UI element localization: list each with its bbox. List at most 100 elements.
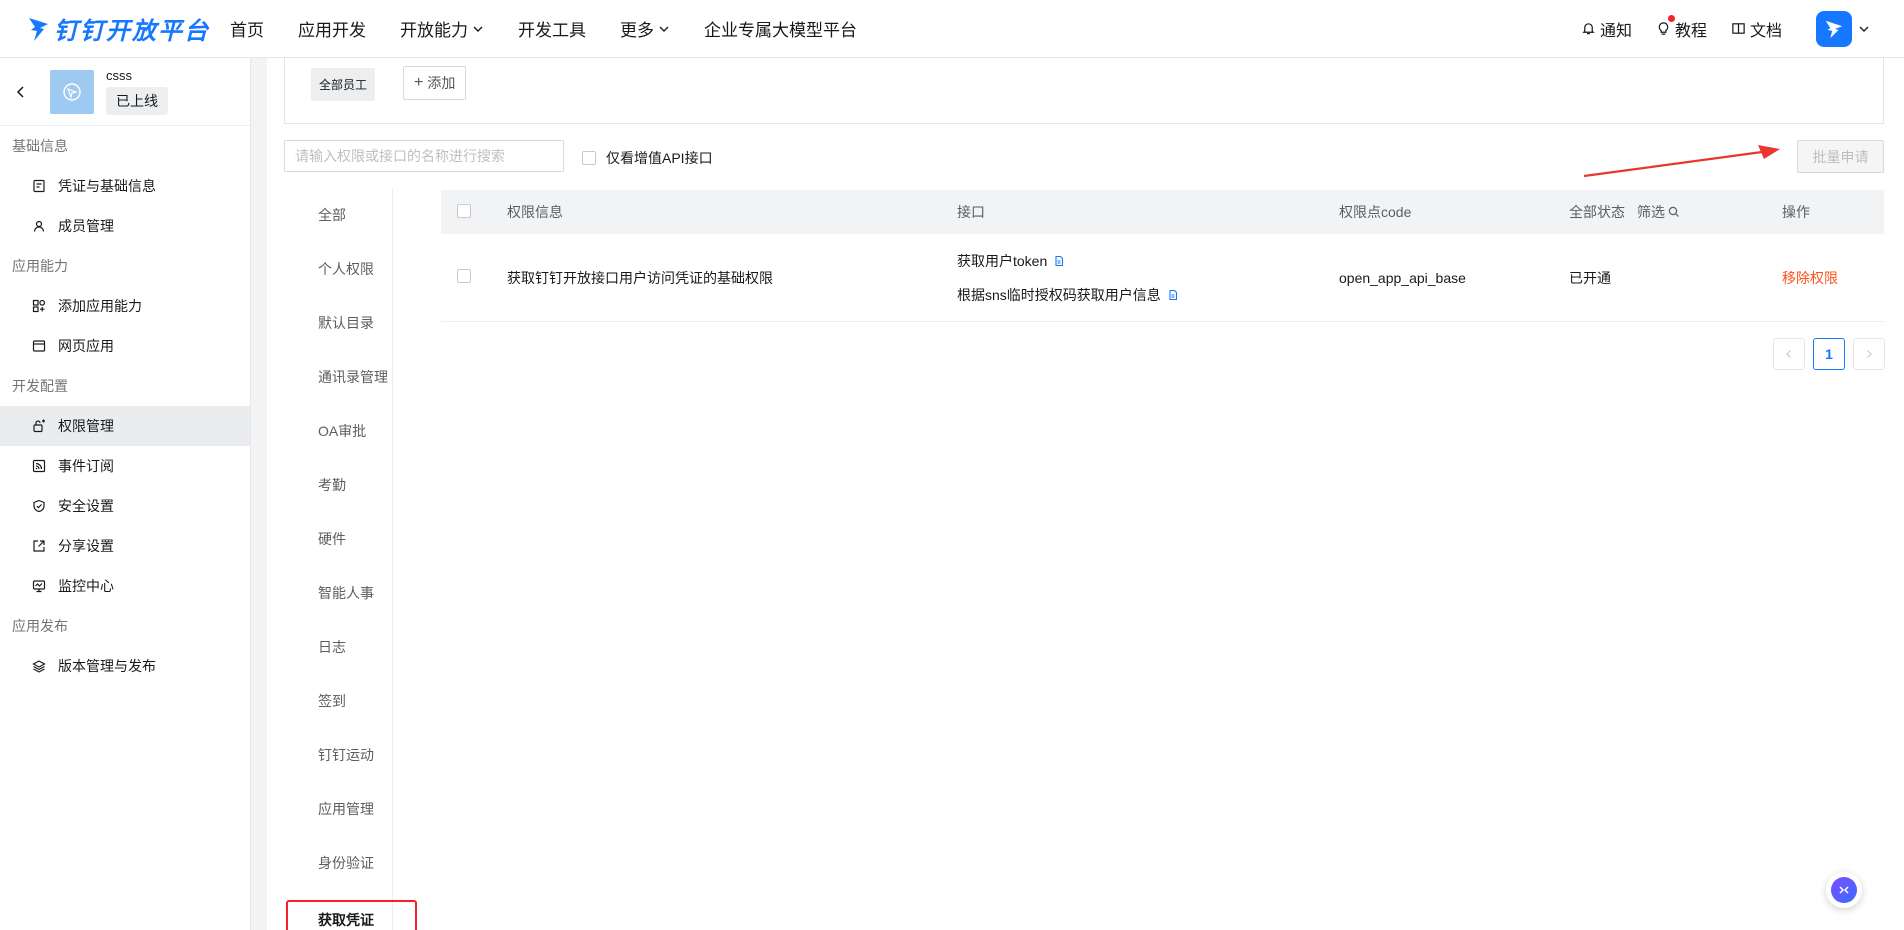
layers-icon [32, 660, 46, 673]
api-name[interactable]: 获取用户token [957, 251, 1047, 271]
sidebar-item-web-app[interactable]: 网页应用 [0, 326, 250, 366]
sidebar-group-basic: 基础信息 [12, 138, 68, 154]
sidebar-item-label: 成员管理 [58, 218, 114, 234]
col-header-api: 接口 [957, 204, 985, 220]
apps-add-icon [32, 299, 46, 313]
api-item[interactable]: 获取用户token [957, 244, 1339, 278]
page-number[interactable]: 1 [1813, 338, 1845, 370]
pagination: 1 [1773, 338, 1893, 370]
sidebar: csss 已上线 基础信息 凭证与基础信息 成员管理 应用能力 添加应用能力 网… [0, 58, 251, 930]
tutorial-label: 教程 [1674, 22, 1707, 40]
app-icon [50, 69, 94, 114]
sidebar-item-add-capability[interactable]: 添加应用能力 [0, 286, 250, 326]
assistant-glyph-icon [1839, 886, 1849, 894]
bell-icon [1582, 23, 1595, 35]
sidebar-item-members[interactable]: 成员管理 [0, 206, 250, 246]
nav-label: 更多 [620, 21, 654, 40]
chevron-down-icon [473, 26, 483, 32]
nav-dev-tools[interactable]: 开发工具 [518, 16, 586, 41]
shield-icon [33, 499, 45, 513]
logo[interactable]: 钉钉开放平台 [26, 11, 226, 46]
scope-tag-all-staff: 全部员工 [311, 68, 376, 101]
sidebar-item-credentials[interactable]: 凭证与基础信息 [0, 166, 250, 206]
category-item[interactable]: 硬件 [284, 512, 392, 566]
status-filter-button[interactable]: 筛选 [1637, 202, 1680, 222]
api-name[interactable]: 根据sns临时授权码获取用户信息 [957, 285, 1161, 305]
table-header: 权限信息 接口 权限点code 全部状态 筛选 操作 [441, 190, 1884, 234]
doc-link-icon[interactable] [1167, 289, 1179, 301]
sidebar-item-security[interactable]: 安全设置 [0, 486, 250, 526]
add-scope-button[interactable]: + 添加 [403, 66, 467, 100]
category-item[interactable]: 身份验证 [284, 836, 392, 890]
sidebar-group-dev-config: 开发配置 [12, 378, 68, 394]
nav-app-dev[interactable]: 应用开发 [298, 16, 366, 41]
col-header-op: 操作 [1782, 204, 1810, 220]
category-item[interactable]: OA审批 [284, 404, 392, 458]
chevron-left-icon[interactable] [14, 85, 28, 99]
sidebar-item-label: 分享设置 [58, 538, 114, 554]
category-item[interactable]: 钉钉运动 [284, 728, 392, 782]
sidebar-item-label: 添加应用能力 [58, 298, 142, 314]
category-item[interactable]: 全部 [284, 188, 392, 242]
chevron-down-icon[interactable] [1858, 23, 1870, 35]
tutorial-button[interactable]: 教程 [1656, 14, 1707, 41]
value-added-only-checkbox[interactable]: 仅看增值API接口 [582, 148, 713, 168]
chevron-left-icon [1786, 350, 1791, 358]
api-item[interactable]: 根据sns临时授权码获取用户信息 [957, 278, 1339, 312]
prev-page-button[interactable] [1773, 338, 1805, 370]
filter-label: 筛选 [1637, 204, 1665, 220]
category-item[interactable]: 日志 [284, 620, 392, 674]
category-item[interactable]: 个人权限 [284, 242, 392, 296]
category-item[interactable]: 通讯录管理 [284, 350, 392, 404]
user-icon [33, 220, 45, 232]
assistant-float-button[interactable] [1826, 872, 1862, 908]
docs-button[interactable]: 文档 [1731, 17, 1782, 41]
category-item[interactable]: 默认目录 [284, 296, 392, 350]
sidebar-item-event-subscription[interactable]: 事件订阅 [0, 446, 250, 486]
main-content: 全部员工 + 添加 仅看增值API接口 批量申请 全部 个人权限 默认目录 通讯… [267, 58, 1904, 930]
unread-dot [1667, 14, 1675, 22]
chevron-right-icon [1867, 350, 1872, 358]
notify-label: 通知 [1599, 22, 1632, 40]
checkbox-box[interactable] [582, 151, 596, 165]
nav-label: 开放能力 [400, 21, 468, 40]
next-page-button[interactable] [1853, 338, 1885, 370]
app-name: csss [106, 68, 132, 83]
plus-icon: + [414, 74, 424, 91]
sidebar-item-label: 凭证与基础信息 [58, 178, 156, 194]
select-all-checkbox[interactable] [457, 203, 471, 218]
nav-home[interactable]: 首页 [230, 16, 264, 41]
permission-search-input[interactable] [284, 140, 564, 172]
row-status: 已开通 [1569, 269, 1611, 286]
category-item[interactable]: 应用管理 [284, 782, 392, 836]
sidebar-item-monitor[interactable]: 监控中心 [0, 566, 250, 606]
app-status-badge: 已上线 [106, 87, 168, 115]
notify-button[interactable]: 通知 [1581, 17, 1632, 41]
remove-permission-link[interactable]: 移除权限 [1782, 270, 1838, 286]
doc-link-icon[interactable] [1053, 255, 1065, 267]
nav-enterprise-llm[interactable]: 企业专属大模型平台 [704, 16, 857, 41]
sidebar-item-share[interactable]: 分享设置 [0, 526, 250, 566]
sidebar-item-label: 权限管理 [58, 418, 114, 434]
batch-apply-button[interactable]: 批量申请 [1797, 140, 1884, 173]
user-avatar[interactable] [1816, 10, 1852, 47]
scope-card: 全部员工 + 添加 [284, 58, 1884, 124]
category-item-active[interactable]: 获取凭证 [286, 900, 417, 930]
chevron-down-icon [659, 26, 669, 32]
category-item[interactable]: 考勤 [284, 458, 392, 512]
col-header-info: 权限信息 [507, 204, 563, 220]
sidebar-group-capabilities: 应用能力 [12, 258, 68, 274]
dingtalk-avatar-icon [1825, 20, 1843, 38]
nav-more[interactable]: 更多 [620, 16, 670, 41]
sidebar-item-permissions[interactable]: 权限管理 [0, 406, 250, 446]
sidebar-item-versions[interactable]: 版本管理与发布 [0, 646, 250, 686]
book-icon [1732, 23, 1745, 34]
row-permission-info: 获取钉钉开放接口用户访问凭证的基础权限 [507, 269, 773, 286]
category-item[interactable]: 签到 [284, 674, 392, 728]
nav-open-capabilities[interactable]: 开放能力 [400, 16, 484, 41]
add-label: 添加 [427, 75, 456, 91]
category-item[interactable]: 智能人事 [284, 566, 392, 620]
row-checkbox[interactable] [457, 269, 471, 283]
annotation-arrow-icon [1583, 145, 1780, 178]
sidebar-group-release: 应用发布 [12, 618, 68, 634]
